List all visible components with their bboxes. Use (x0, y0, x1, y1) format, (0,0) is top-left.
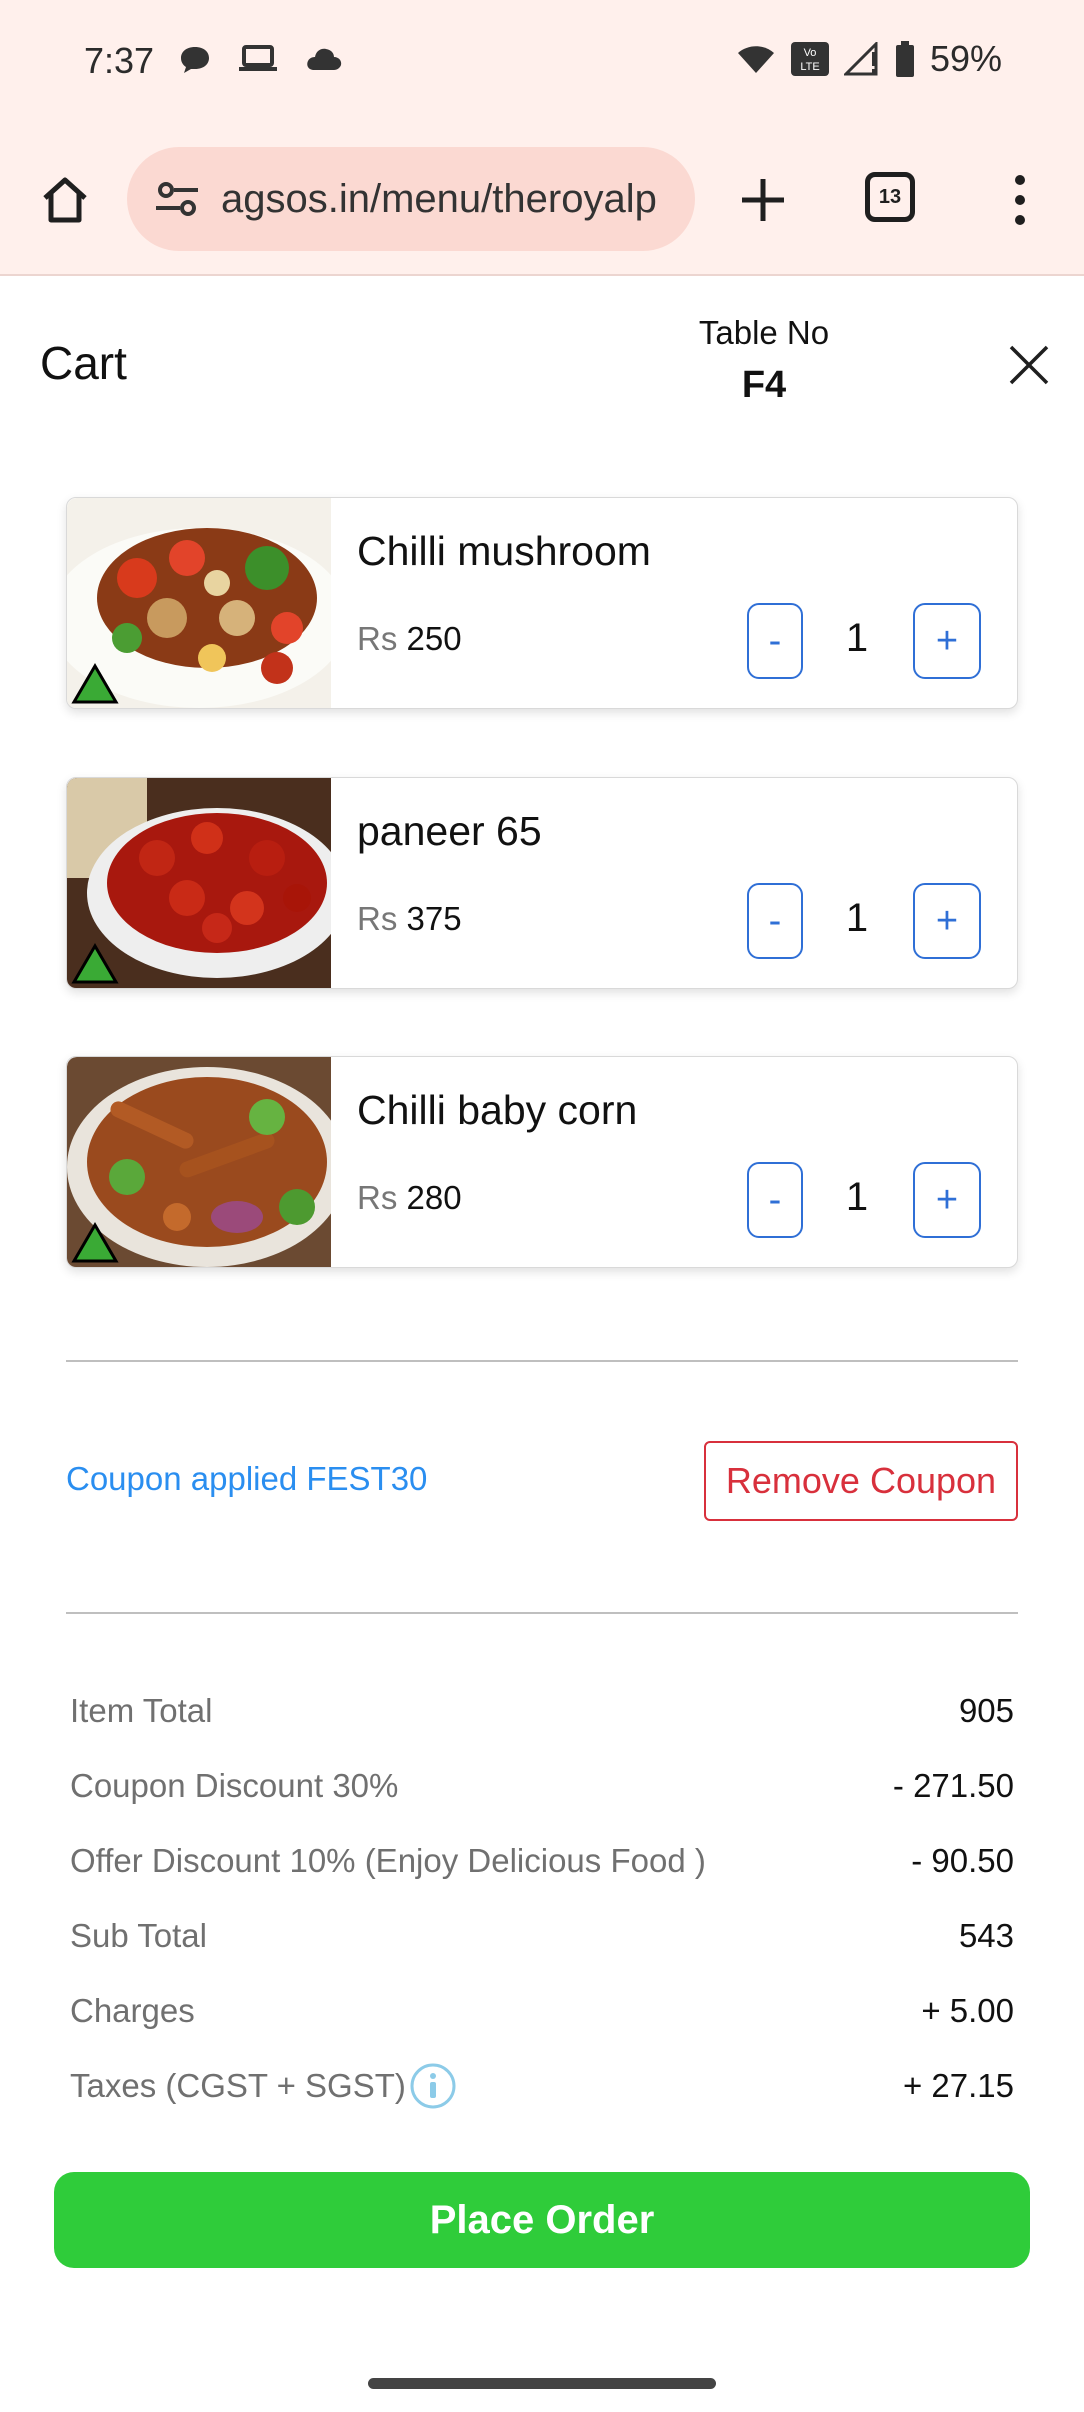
home-button[interactable] (30, 165, 100, 235)
chat-bubble-icon (181, 47, 209, 73)
chrome-divider (0, 274, 1084, 276)
svg-text:LTE: LTE (800, 61, 819, 73)
signal-icon (843, 42, 878, 76)
item-price: Rs 250 (357, 620, 462, 658)
summary-value: 905 (958, 1692, 1014, 1729)
summary-label: Coupon Discount 30% (70, 1767, 399, 1804)
volte-icon: Vo LTE (790, 42, 829, 76)
summary-row-sub-total: Sub Total 543 (70, 1911, 1014, 1961)
status-bar: 7:37 Vo LTE 59% (0, 0, 1084, 120)
increase-quantity-button[interactable]: + (913, 883, 981, 959)
browser-chrome: 7:37 Vo LTE 59% agsos.in/menu/theroyalp 1… (0, 0, 1084, 276)
dot-icon (1015, 175, 1025, 185)
price-value: 280 (406, 1179, 462, 1216)
address-bar[interactable]: agsos.in/menu/theroyalp (127, 147, 695, 251)
summary-label: Charges (70, 1992, 195, 2029)
dot-icon (1015, 215, 1025, 225)
currency-label: Rs (357, 1179, 398, 1216)
item-price: Rs 280 (357, 1179, 462, 1217)
table-number-label: Table No (698, 314, 830, 351)
increase-quantity-button[interactable]: + (913, 603, 981, 679)
summary-value: + 5.00 (921, 1992, 1014, 2029)
summary-row-taxes: Taxes (CGST + SGST) + 27.15 (70, 2061, 1014, 2111)
food-image (67, 1057, 331, 1267)
currency-label: Rs (357, 900, 398, 937)
site-settings-icon[interactable] (147, 179, 207, 219)
cart-title: Cart (40, 337, 127, 389)
veg-indicator-icon (71, 1222, 119, 1263)
decrease-quantity-button[interactable]: - (747, 883, 803, 959)
browser-toolbar: agsos.in/menu/theroyalp 13 (0, 145, 1084, 255)
cart-item: Chilli baby corn Rs 280 - 1 + (66, 1056, 1018, 1268)
section-divider (66, 1612, 1018, 1614)
summary-label: Taxes (CGST + SGST) (70, 2067, 406, 2104)
section-divider (66, 1360, 1018, 1362)
item-price: Rs 375 (357, 900, 462, 938)
place-order-button[interactable]: Place Order (54, 2172, 1030, 2268)
cart-item: paneer 65 Rs 375 - 1 + (66, 777, 1018, 989)
currency-label: Rs (357, 620, 398, 657)
coupon-applied-text: Coupon applied FEST30 (66, 1460, 428, 1497)
close-cart-button[interactable] (1004, 340, 1054, 390)
item-name: Chilli mushroom (357, 528, 651, 574)
close-icon (1009, 345, 1049, 385)
summary-label-group: Taxes (CGST + SGST) (70, 2061, 458, 2111)
wifi-icon (737, 46, 774, 73)
decrease-quantity-button[interactable]: - (747, 603, 803, 679)
status-time: 7:37 (84, 40, 155, 81)
info-icon[interactable] (408, 2061, 458, 2111)
status-right: Vo LTE 59% (736, 38, 1002, 80)
increase-quantity-button[interactable]: + (913, 1162, 981, 1238)
summary-row-coupon-discount: Coupon Discount 30% - 271.50 (70, 1761, 1014, 1811)
quantity-value: 1 (845, 1175, 869, 1219)
price-value: 375 (406, 900, 462, 937)
summary-value: - 271.50 (892, 1767, 1014, 1804)
summary-label: Item Total (70, 1692, 213, 1729)
status-left-icons (178, 44, 344, 76)
food-image (67, 498, 331, 708)
tab-switcher-button[interactable]: 13 (865, 172, 915, 222)
summary-value: + 27.15 (902, 2067, 1014, 2104)
url-text: agsos.in/menu/theroyalp (221, 176, 657, 221)
item-name: Chilli baby corn (357, 1087, 638, 1133)
summary-label: Offer Discount 10% (Enjoy Delicious Food… (70, 1842, 706, 1879)
veg-indicator-icon (71, 943, 119, 984)
quantity-value: 1 (845, 616, 869, 660)
summary-row-item-total: Item Total 905 (70, 1686, 1014, 1736)
battery-percentage: 59% (929, 38, 1002, 79)
summary-value: - 90.50 (911, 1842, 1014, 1879)
svg-text:Vo: Vo (804, 47, 817, 59)
remove-coupon-button[interactable]: Remove Coupon (704, 1441, 1018, 1521)
home-icon (43, 177, 87, 223)
summary-row-charges: Charges + 5.00 (70, 1986, 1014, 2036)
cloud-icon (307, 48, 342, 70)
table-number-value: F4 (741, 364, 787, 406)
battery-icon (895, 41, 914, 77)
cart-item: Chilli mushroom Rs 250 - 1 + (66, 497, 1018, 709)
gesture-home-indicator[interactable] (368, 2378, 716, 2389)
plus-icon (742, 179, 784, 221)
quantity-value: 1 (845, 896, 869, 940)
new-tab-button[interactable] (728, 165, 798, 235)
summary-label: Sub Total (70, 1917, 207, 1954)
price-value: 250 (406, 620, 462, 657)
decrease-quantity-button[interactable]: - (747, 1162, 803, 1238)
item-name: paneer 65 (357, 808, 542, 854)
food-image (67, 778, 331, 988)
summary-row-offer-discount: Offer Discount 10% (Enjoy Delicious Food… (70, 1836, 1014, 1886)
veg-indicator-icon (71, 663, 119, 704)
more-options-button[interactable] (1000, 165, 1040, 235)
laptop-icon (239, 45, 277, 71)
dot-icon (1015, 195, 1025, 205)
summary-value: 543 (958, 1917, 1014, 1954)
